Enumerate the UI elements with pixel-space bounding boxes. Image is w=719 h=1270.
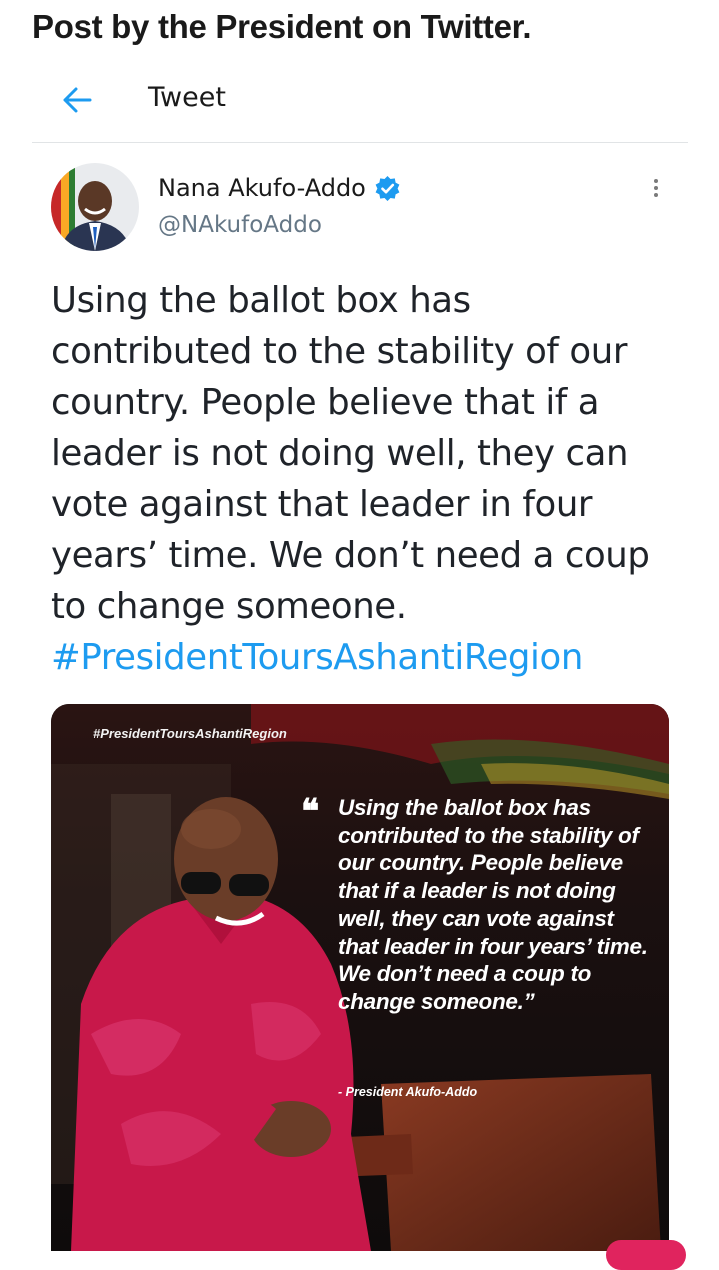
author-name-row: Nana Akufo-Addo bbox=[158, 170, 401, 206]
page-caption: Post by the President on Twitter. bbox=[32, 8, 532, 45]
avatar[interactable] bbox=[51, 163, 139, 251]
verified-badge-icon bbox=[374, 175, 401, 202]
author-name[interactable]: Nana Akufo-Addo bbox=[158, 174, 366, 202]
header-title: Tweet bbox=[148, 82, 226, 113]
arrow-left-icon[interactable] bbox=[62, 86, 92, 114]
tweet-hashtag-link[interactable]: #PresidentToursAshantiRegion bbox=[51, 637, 583, 678]
tweet-header-bar: Tweet bbox=[32, 72, 688, 143]
media-quote-text: Using the ballot box has contributed to … bbox=[338, 795, 648, 1014]
quote-icon: ❝ bbox=[301, 794, 320, 831]
floating-action-button[interactable] bbox=[606, 1240, 686, 1270]
tweet-body: Using the ballot box has contributed to … bbox=[51, 280, 650, 627]
author-handle[interactable]: @NAkufoAddo bbox=[158, 212, 322, 238]
tweet-media-image[interactable]: #PresidentToursAshantiRegion ❝ Using the… bbox=[51, 704, 669, 1251]
tweet-text: Using the ballot box has contributed to … bbox=[51, 275, 671, 683]
media-hashtag-overlay: #PresidentToursAshantiRegion bbox=[93, 726, 287, 741]
media-attribution: - President Akufo-Addo bbox=[338, 1085, 478, 1099]
more-options-icon[interactable] bbox=[646, 176, 666, 202]
